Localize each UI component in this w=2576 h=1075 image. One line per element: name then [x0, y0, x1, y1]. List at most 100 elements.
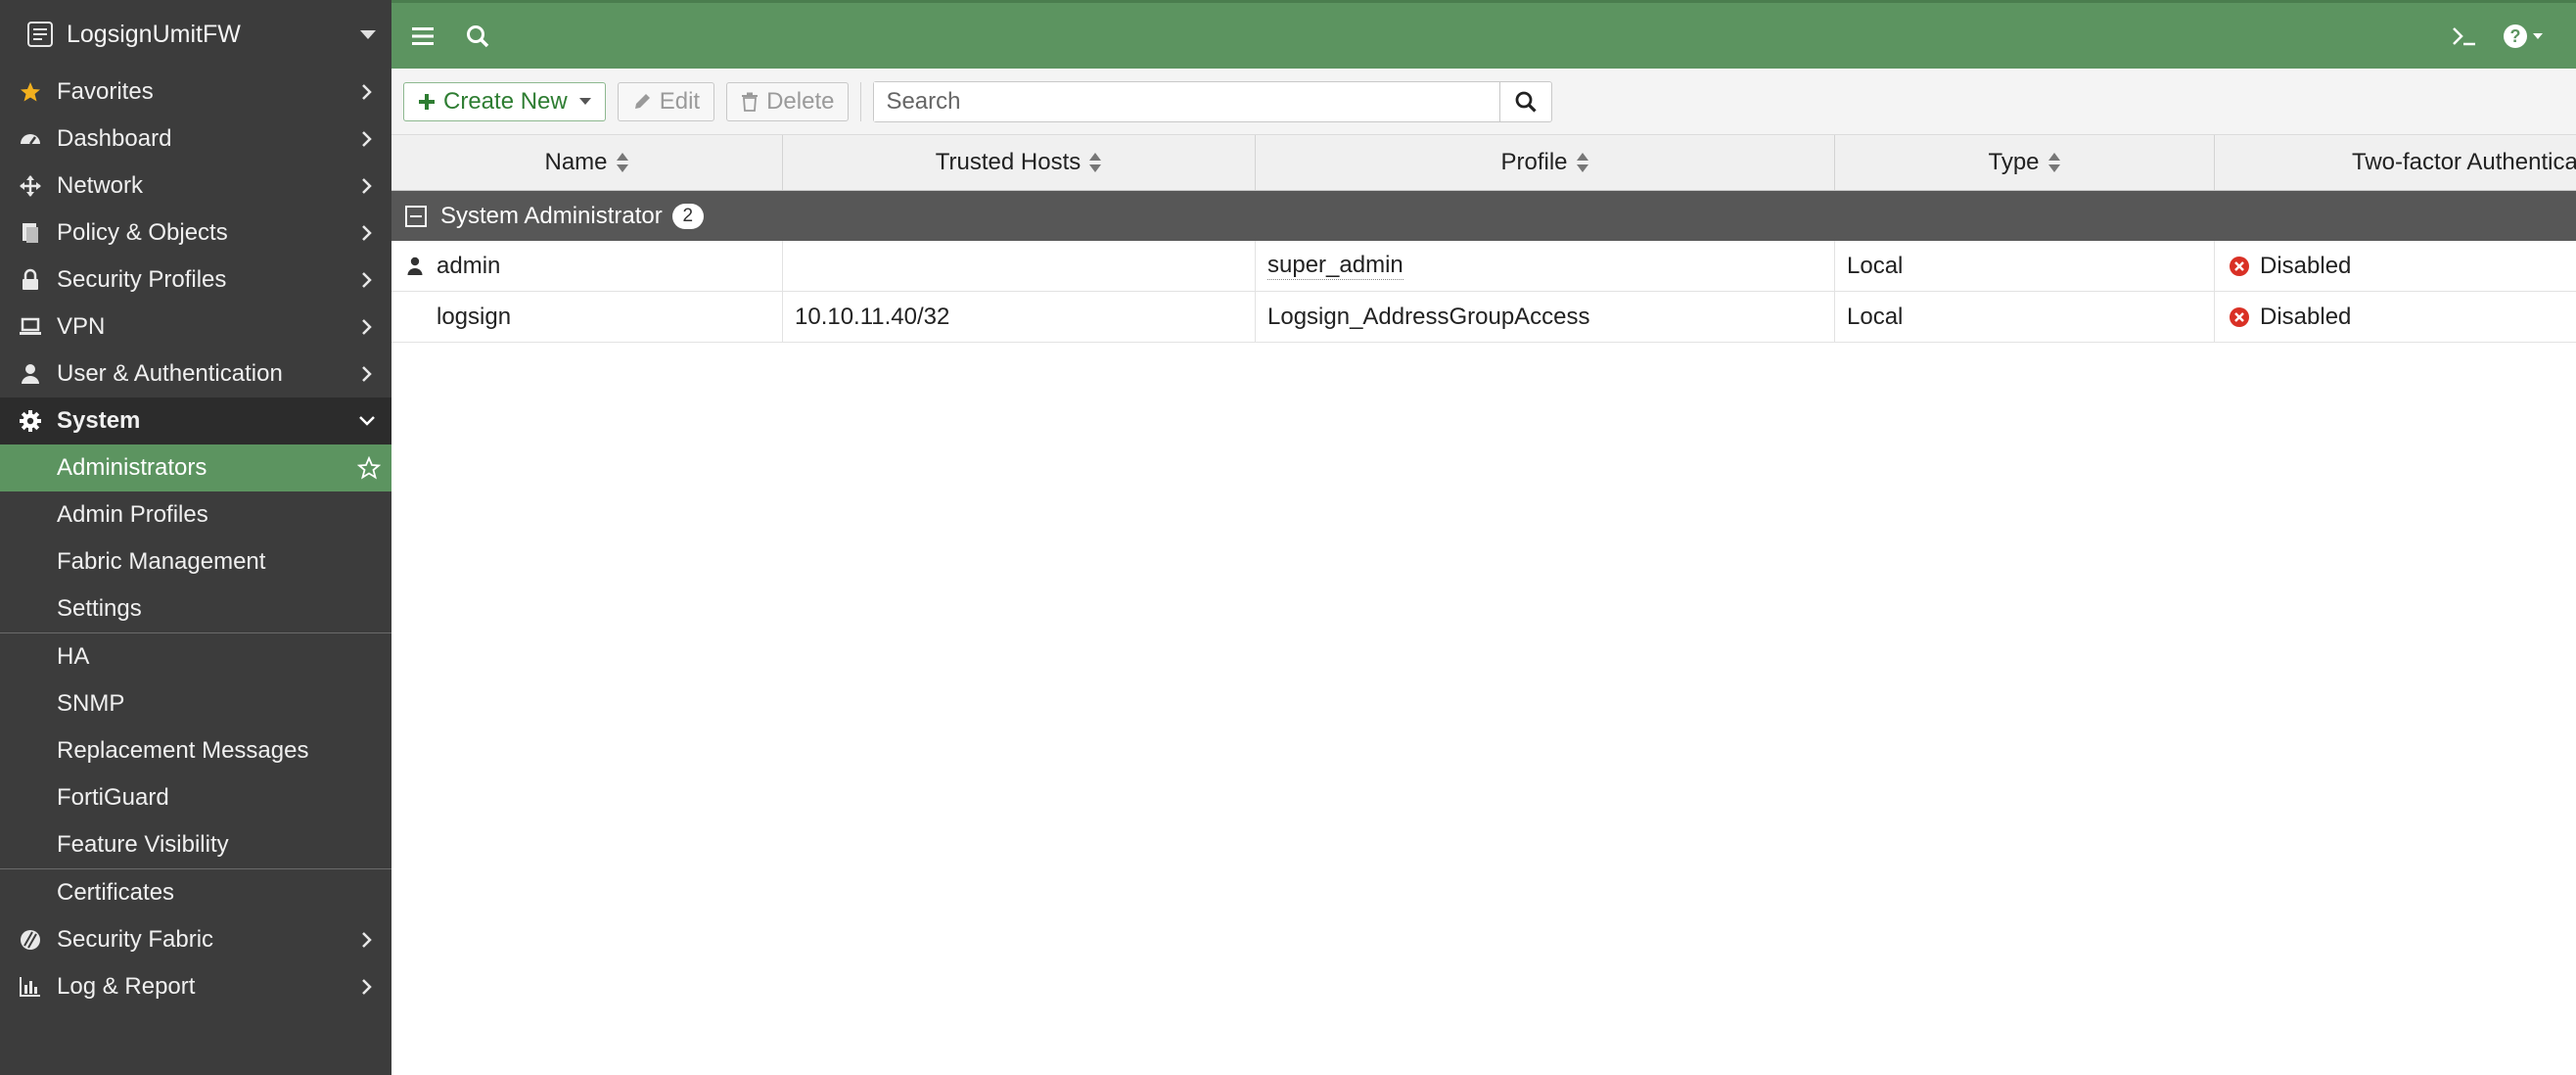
device-icon	[23, 18, 57, 51]
cell-text: 10.10.11.40/32	[795, 303, 950, 330]
sidebar-item-policy-objects[interactable]: Policy & Objects	[0, 210, 391, 257]
sidebar-item-dashboard[interactable]: Dashboard	[0, 116, 391, 163]
cell-two-factor: Disabled	[2215, 241, 2576, 291]
group-row-system-administrator[interactable]: System Administrator 2	[391, 191, 2576, 241]
cell-text: Local	[1847, 252, 1904, 279]
sidebar-subitem-fortiguard[interactable]: FortiGuard	[0, 774, 391, 821]
sidebar-subitem-label: Admin Profiles	[57, 501, 208, 528]
cell-two-factor: Disabled	[2215, 292, 2576, 342]
sidebar-item-log-report[interactable]: Log & Report	[0, 963, 391, 1010]
group-count-badge: 2	[671, 203, 704, 229]
sidebar-item-label: Security Fabric	[57, 926, 214, 953]
sidebar-item-system[interactable]: System	[0, 397, 391, 444]
gear-icon	[16, 406, 45, 436]
sidebar-subitem-admin-profiles[interactable]: Admin Profiles	[0, 491, 391, 538]
sidebar-subitem-label: Replacement Messages	[57, 737, 309, 764]
sidebar-item-label: Favorites	[57, 78, 154, 105]
user-icon	[405, 257, 425, 276]
table-row[interactable]: logsign 10.10.11.40/32 Logsign_AddressGr…	[391, 292, 2576, 343]
search-submit-icon[interactable]	[1500, 82, 1551, 121]
disabled-status-icon	[2229, 306, 2250, 328]
sidebar-subitem-settings[interactable]: Settings	[0, 585, 391, 632]
sidebar-subitem-label: Settings	[57, 595, 142, 622]
cell-profile: super_admin	[1256, 241, 1835, 291]
lock-icon	[16, 265, 45, 295]
trash-icon	[741, 92, 759, 112]
chevron-down-icon	[578, 98, 591, 105]
security-fabric-icon	[16, 925, 45, 955]
sidebar-item-vpn[interactable]: VPN	[0, 304, 391, 351]
sidebar-item-label: Policy & Objects	[57, 219, 228, 246]
column-header-name[interactable]: Name	[391, 135, 783, 190]
sidebar-item-user-authentication[interactable]: User & Authentication	[0, 351, 391, 397]
edit-button[interactable]: Edit	[617, 81, 715, 121]
cell-text: logsign	[437, 303, 512, 330]
hostname-label: LogsignUmitFW	[67, 20, 241, 48]
network-icon	[16, 171, 45, 201]
sidebar-item-label: User & Authentication	[57, 360, 283, 387]
column-header-profile[interactable]: Profile	[1256, 135, 1835, 190]
table-header: Name Trusted Hosts Profile Type Two-fact…	[391, 135, 2576, 191]
hostname-selector[interactable]: LogsignUmitFW	[0, 0, 391, 69]
create-new-button[interactable]: Create New	[403, 81, 606, 121]
sidebar-subitem-label: Certificates	[57, 879, 175, 906]
profile-link[interactable]: super_admin	[1267, 252, 1403, 281]
column-header-label: Two-factor Authentication	[2352, 149, 2576, 175]
sidebar-item-security-fabric[interactable]: Security Fabric	[0, 916, 391, 963]
cell-text: Disabled	[2260, 303, 2352, 330]
sort-icon	[1088, 152, 1102, 173]
sort-icon	[2047, 152, 2061, 173]
table-row[interactable]: admin super_admin Local Disabled	[391, 241, 2576, 292]
sidebar-subitem-certificates[interactable]: Certificates	[0, 869, 391, 916]
user-icon	[16, 359, 45, 389]
sidebar-item-security-profiles[interactable]: Security Profiles	[0, 257, 391, 304]
sidebar-subitem-replacement-messages[interactable]: Replacement Messages	[0, 727, 391, 774]
hamburger-menu-icon[interactable]	[395, 9, 450, 64]
chevron-down-icon	[356, 410, 378, 432]
sidebar-item-label: Network	[57, 172, 144, 199]
administrators-table: Name Trusted Hosts Profile Type Two-fact…	[391, 135, 2576, 343]
search-input[interactable]	[874, 81, 1501, 121]
chevron-right-icon	[356, 222, 378, 244]
sidebar-subitem-label: Feature Visibility	[57, 831, 229, 858]
sidebar-item-label: VPN	[57, 313, 106, 340]
chevron-right-icon	[356, 976, 378, 998]
cell-type: Local	[1835, 241, 2215, 291]
sidebar-subitem-label: SNMP	[57, 690, 125, 717]
sidebar-subitem-feature-visibility[interactable]: Feature Visibility	[0, 821, 391, 868]
sidebar-item-favorites[interactable]: Favorites	[0, 69, 391, 116]
cell-text: Local	[1847, 303, 1904, 330]
edit-label: Edit	[659, 87, 701, 115]
sort-icon	[616, 152, 629, 173]
favorite-star-icon[interactable]	[354, 453, 384, 483]
column-header-two-factor[interactable]: Two-factor Authentication	[2215, 135, 2576, 190]
help-icon[interactable]: ?	[2492, 9, 2560, 64]
sidebar-subitem-administrators[interactable]: Administrators	[0, 444, 391, 491]
cell-type: Local	[1835, 292, 2215, 342]
collapse-icon[interactable]	[405, 205, 427, 227]
column-header-trusted-hosts[interactable]: Trusted Hosts	[783, 135, 1256, 190]
disabled-status-icon	[2229, 256, 2250, 277]
sidebar-item-label: Security Profiles	[57, 266, 227, 293]
chevron-right-icon	[356, 316, 378, 338]
sidebar-subitem-snmp[interactable]: SNMP	[0, 680, 391, 727]
chart-icon	[16, 972, 45, 1002]
pencil-icon	[632, 92, 652, 112]
sidebar-item-network[interactable]: Network	[0, 163, 391, 210]
profile-link[interactable]: Logsign_AddressGroupAccess	[1267, 304, 1590, 331]
sidebar-subitem-ha[interactable]: HA	[0, 633, 391, 680]
cell-text: Disabled	[2260, 252, 2352, 279]
delete-button[interactable]: Delete	[726, 81, 850, 121]
sidebar-subitem-fabric-management[interactable]: Fabric Management	[0, 538, 391, 585]
cli-console-icon[interactable]	[2437, 9, 2492, 64]
column-header-label: Type	[1988, 149, 2040, 175]
star-icon	[16, 77, 45, 107]
search-icon[interactable]	[450, 9, 505, 64]
cell-name: logsign	[391, 292, 783, 342]
chevron-right-icon	[356, 269, 378, 291]
chevron-right-icon	[356, 929, 378, 951]
column-header-type[interactable]: Type	[1835, 135, 2215, 190]
column-header-label: Profile	[1500, 149, 1568, 175]
policy-icon	[16, 218, 45, 248]
chevron-down-icon	[360, 29, 376, 39]
